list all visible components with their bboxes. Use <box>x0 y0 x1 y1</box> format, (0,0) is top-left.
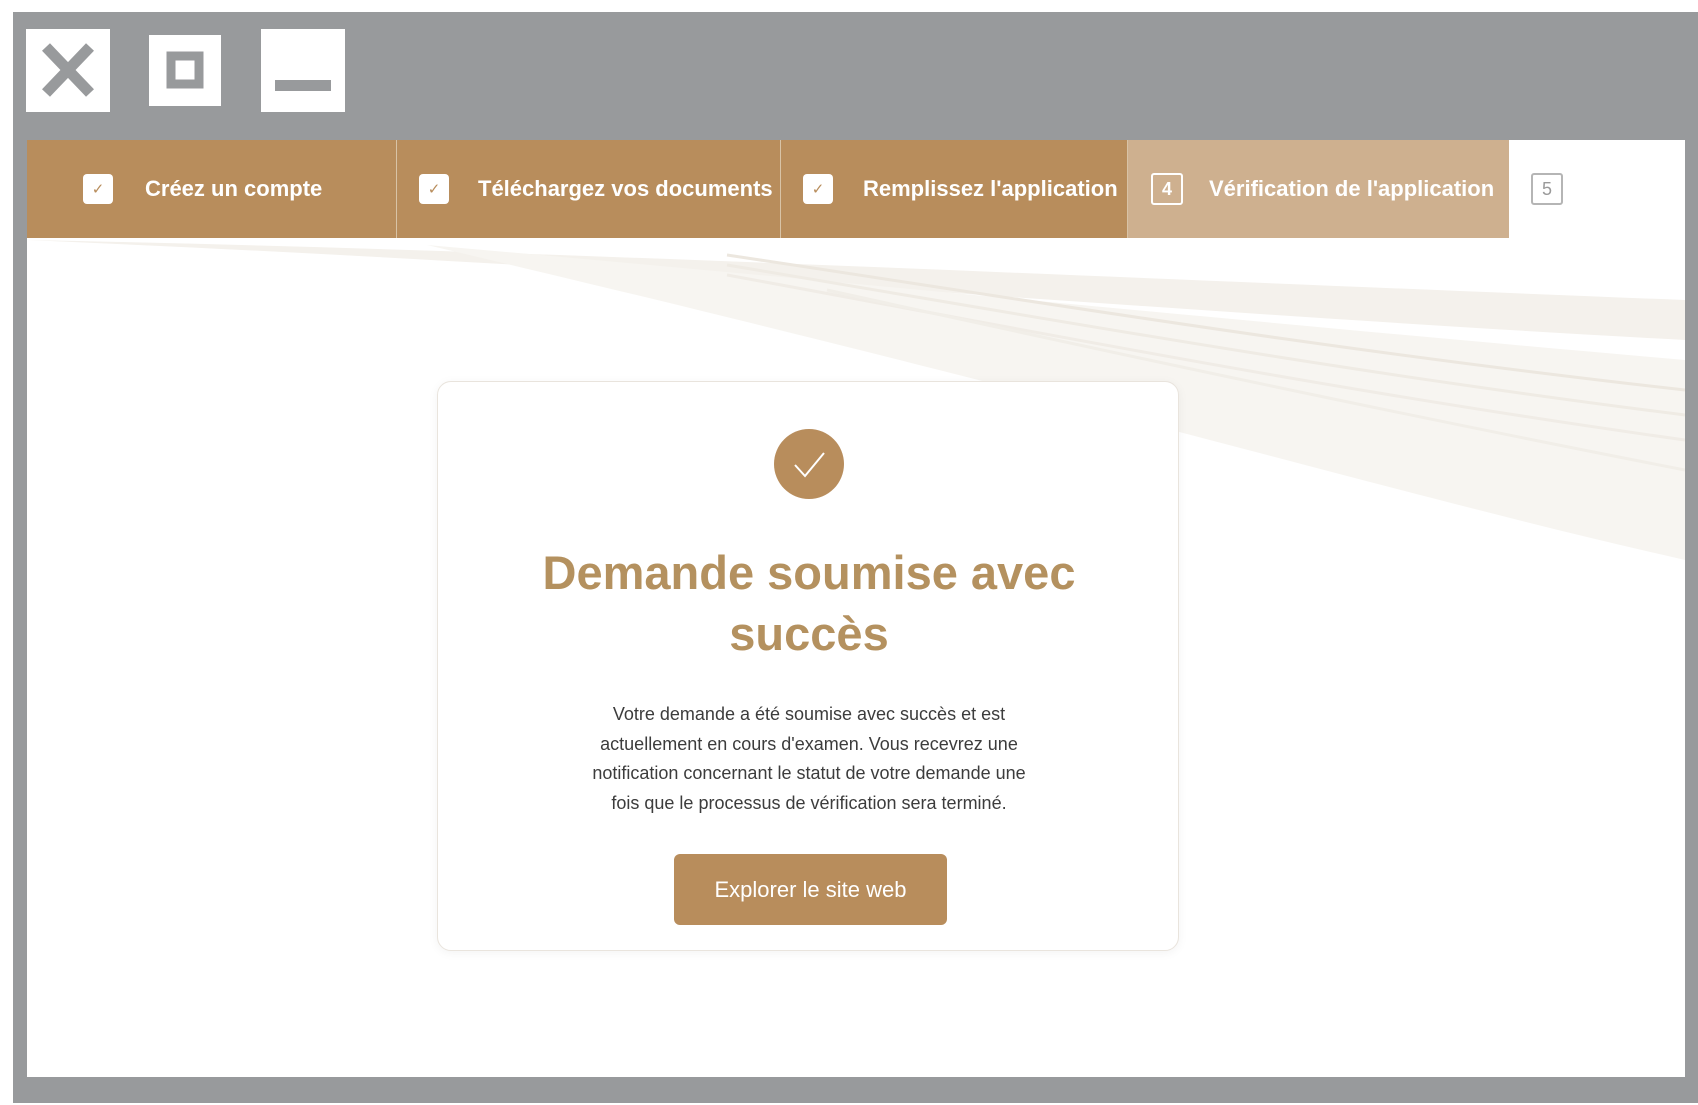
step-5[interactable]: 5 <box>1509 140 1685 238</box>
message-line: actuellement en cours d'examen. Vous rec… <box>600 733 1018 754</box>
title-line: succès <box>729 607 889 660</box>
check-icon: ✓ <box>803 174 833 204</box>
title-line: Demande soumise avec <box>542 546 1076 599</box>
message-line: Votre demande a été soumise avec succès … <box>612 704 1006 724</box>
step-upload-documents[interactable]: ✓ Téléchargez vos documents <box>397 140 781 238</box>
outer-margin-top <box>0 0 1698 12</box>
check-circle-icon <box>774 429 844 499</box>
step-number: 5 <box>1531 173 1563 205</box>
step-fill-application[interactable]: ✓ Remplissez l'application <box>781 140 1128 238</box>
step-label: Vérification de l'application <box>1209 176 1495 201</box>
check-icon: ✓ <box>83 174 113 204</box>
step-number: 4 <box>1151 173 1183 205</box>
success-message: Votre demande a été soumise avec succès … <box>528 700 1090 818</box>
minimize-button[interactable] <box>261 29 345 112</box>
page-viewport: ✓ Créez un compte ✓ Téléchargez vos docu… <box>27 140 1685 1077</box>
maximize-icon <box>143 29 227 112</box>
check-icon: ✓ <box>419 174 449 204</box>
close-icon <box>42 43 94 97</box>
progress-stepper: ✓ Créez un compte ✓ Téléchargez vos docu… <box>27 140 1685 238</box>
step-label: Créez un compte <box>145 176 323 201</box>
explore-website-button[interactable]: Explorer le site web <box>674 854 947 925</box>
step-verification[interactable]: 4 Vérification de l'application <box>1128 140 1509 238</box>
success-card: Demande soumise avec succès Votre demand… <box>437 381 1179 951</box>
step-create-account[interactable]: ✓ Créez un compte <box>27 140 397 238</box>
step-label: Remplissez l'application <box>863 176 1118 201</box>
step-label: Téléchargez vos documents <box>478 176 773 201</box>
maximize-button[interactable] <box>143 29 227 112</box>
minimize-icon <box>275 80 331 91</box>
message-line: fois que le processus de vérification se… <box>611 792 1007 813</box>
outer-margin-left <box>0 0 13 1105</box>
close-button[interactable] <box>26 29 110 112</box>
page-title: Demande soumise avec succès <box>478 542 1140 664</box>
message-line: notification concernant le statut de vot… <box>592 763 1026 783</box>
